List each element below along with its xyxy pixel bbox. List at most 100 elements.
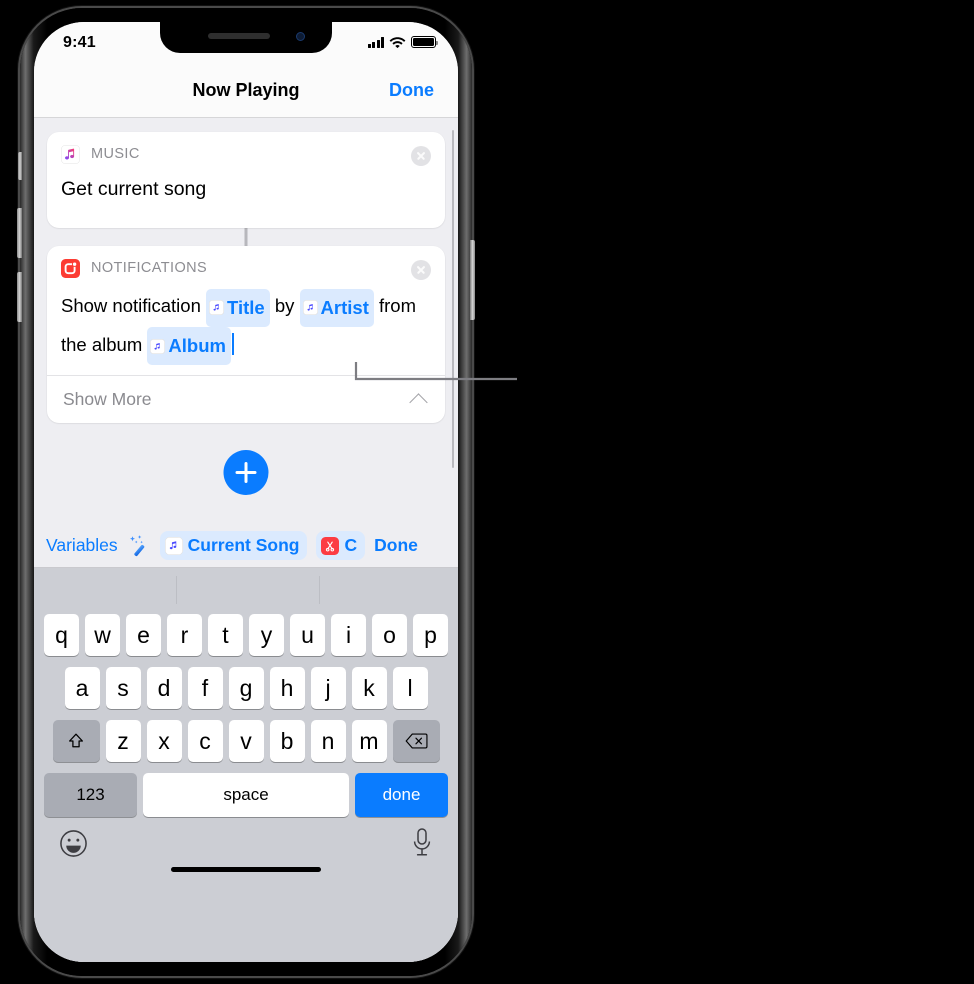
variables-button[interactable]: Variables bbox=[46, 535, 118, 556]
key-f[interactable]: f bbox=[187, 667, 223, 709]
shortcut-editor-content: MUSIC Get current song NOTIFICATIONS Sho… bbox=[34, 118, 458, 962]
shift-arrow-icon bbox=[69, 733, 83, 748]
predictive-text-bar[interactable] bbox=[34, 568, 458, 612]
key-q[interactable]: q bbox=[44, 614, 79, 656]
phone-screen: 9:41 Now Playing Done MUSIC Get current … bbox=[34, 22, 458, 962]
key-i[interactable]: i bbox=[331, 614, 366, 656]
variable-token-artist[interactable]: Artist bbox=[299, 288, 374, 327]
backspace-icon bbox=[404, 733, 428, 749]
action-card-header: NOTIFICATIONS bbox=[47, 246, 445, 282]
key-d[interactable]: d bbox=[146, 667, 182, 709]
side-power-button[interactable] bbox=[470, 240, 475, 320]
action-card-music[interactable]: MUSIC Get current song bbox=[47, 132, 445, 228]
action-app-label: MUSIC bbox=[91, 146, 140, 162]
shift-key[interactable] bbox=[52, 720, 100, 762]
music-note-icon bbox=[302, 300, 318, 315]
token-label: Title bbox=[227, 296, 265, 318]
silent-switch[interactable] bbox=[18, 152, 22, 180]
keyboard-row-1: qwertyuiop bbox=[34, 614, 458, 656]
volume-down-button[interactable] bbox=[17, 272, 22, 322]
action-card-body: Show notification Title by Artist from t… bbox=[47, 282, 445, 365]
status-time: 9:41 bbox=[63, 34, 96, 51]
keyboard-accessory-bar: Variables Current Song C Done bbox=[34, 524, 458, 568]
key-k[interactable]: k bbox=[351, 667, 387, 709]
keyboard-done-key[interactable]: done bbox=[355, 773, 448, 817]
variable-token-title[interactable]: Title bbox=[206, 288, 270, 327]
device-notch bbox=[160, 22, 332, 53]
key-z[interactable]: z bbox=[105, 720, 141, 762]
key-y[interactable]: y bbox=[249, 614, 284, 656]
key-w[interactable]: w bbox=[85, 614, 120, 656]
predictive-divider bbox=[176, 576, 177, 604]
key-l[interactable]: l bbox=[392, 667, 428, 709]
key-e[interactable]: e bbox=[126, 614, 161, 656]
key-m[interactable]: m bbox=[351, 720, 387, 762]
key-n[interactable]: n bbox=[310, 720, 346, 762]
key-j[interactable]: j bbox=[310, 667, 346, 709]
show-more-label: Show More bbox=[63, 389, 152, 409]
earpiece-speaker-icon bbox=[208, 33, 270, 39]
chip-label: C bbox=[344, 535, 358, 555]
predictive-divider bbox=[319, 576, 320, 604]
numbers-key[interactable]: 123 bbox=[44, 773, 137, 817]
variable-token-album[interactable]: Album bbox=[147, 327, 231, 365]
volume-up-button[interactable] bbox=[17, 208, 22, 258]
keyboard-row-2: asdfghjkl bbox=[34, 667, 458, 709]
notification-text-field[interactable]: Show notification Title by Artist from t… bbox=[47, 286, 445, 365]
key-x[interactable]: x bbox=[146, 720, 182, 762]
variable-chip-clipboard[interactable]: C bbox=[316, 531, 366, 560]
action-connector-line bbox=[244, 228, 248, 246]
scissors-clipboard-icon bbox=[321, 536, 340, 555]
home-indicator[interactable] bbox=[171, 867, 321, 872]
iphone-device-frame: 9:41 Now Playing Done MUSIC Get current … bbox=[17, 8, 475, 976]
show-more-button[interactable]: Show More bbox=[47, 375, 445, 423]
key-h[interactable]: h bbox=[269, 667, 305, 709]
key-v[interactable]: v bbox=[228, 720, 264, 762]
remove-action-button[interactable] bbox=[411, 260, 431, 280]
key-b[interactable]: b bbox=[269, 720, 305, 762]
onscreen-keyboard: qwertyuiop asdfghjkl zxcvbnm 123 space d… bbox=[34, 568, 458, 962]
action-card-notifications[interactable]: NOTIFICATIONS Show notification Title by… bbox=[47, 246, 445, 423]
space-key[interactable]: space bbox=[143, 773, 349, 817]
action-card-header: MUSIC bbox=[47, 132, 445, 168]
key-s[interactable]: s bbox=[105, 667, 141, 709]
add-action-button[interactable] bbox=[223, 450, 269, 495]
key-a[interactable]: a bbox=[64, 667, 100, 709]
chip-label: Current Song bbox=[187, 535, 300, 555]
accessory-done-button[interactable]: Done bbox=[374, 535, 418, 556]
music-note-icon bbox=[150, 338, 166, 354]
remove-action-button[interactable] bbox=[411, 146, 431, 166]
action-app-label: NOTIFICATIONS bbox=[91, 260, 208, 276]
delete-key[interactable] bbox=[392, 720, 440, 762]
music-note-icon bbox=[209, 300, 225, 315]
key-t[interactable]: t bbox=[208, 614, 243, 656]
key-p[interactable]: p bbox=[413, 614, 448, 656]
text-cursor bbox=[231, 332, 234, 355]
battery-full-icon bbox=[411, 36, 439, 48]
front-camera-icon bbox=[296, 32, 305, 41]
action-title: Get current song bbox=[61, 178, 207, 200]
token-label: Artist bbox=[320, 296, 369, 318]
nav-done-button[interactable]: Done bbox=[389, 80, 434, 101]
chevron-up-icon bbox=[409, 392, 428, 412]
text-static-1: Show notification bbox=[61, 295, 201, 316]
notifications-app-icon bbox=[61, 258, 80, 278]
status-indicators bbox=[367, 36, 439, 48]
microphone-icon[interactable] bbox=[411, 827, 433, 859]
variable-chip-current-song[interactable]: Current Song bbox=[159, 531, 308, 560]
music-app-icon bbox=[61, 144, 80, 164]
text-static-2: by bbox=[274, 295, 295, 316]
wifi-icon bbox=[389, 37, 406, 48]
emoji-smiley-icon[interactable] bbox=[59, 829, 88, 858]
key-r[interactable]: r bbox=[167, 614, 202, 656]
vertical-scrollbar[interactable] bbox=[451, 130, 454, 468]
key-c[interactable]: c bbox=[187, 720, 223, 762]
action-card-body: Get current song bbox=[47, 168, 445, 201]
key-o[interactable]: o bbox=[372, 614, 407, 656]
cellular-bars-icon bbox=[367, 37, 384, 48]
token-label: Album bbox=[168, 335, 226, 356]
key-u[interactable]: u bbox=[290, 614, 325, 656]
key-g[interactable]: g bbox=[228, 667, 264, 709]
keyboard-bottom-row bbox=[34, 817, 458, 881]
magic-wand-icon[interactable] bbox=[127, 534, 151, 558]
